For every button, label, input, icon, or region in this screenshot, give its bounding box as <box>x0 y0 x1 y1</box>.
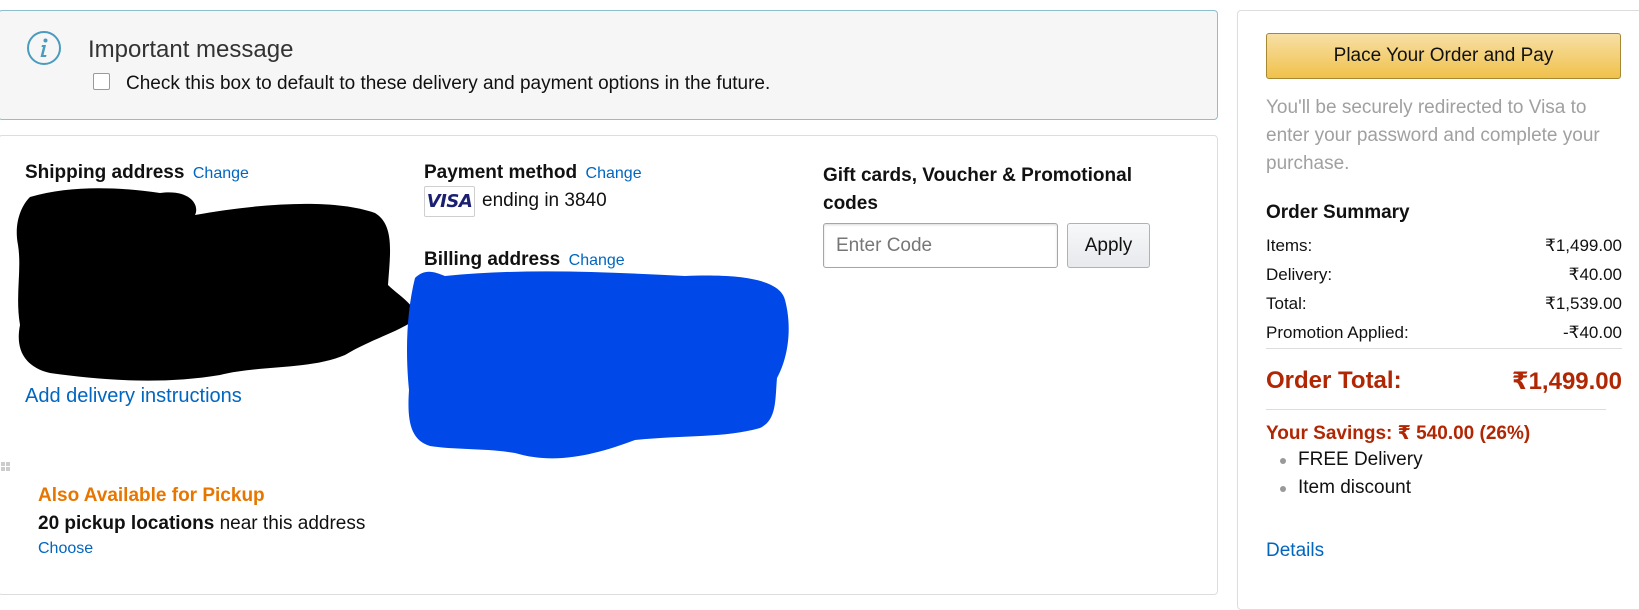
pickup-locations-text: 20 pickup locations near this address <box>38 513 365 535</box>
summary-row-label: Delivery: <box>1266 265 1333 284</box>
payment-change-link[interactable]: Change <box>586 165 642 182</box>
billing-section-header: Billing address Change <box>424 249 625 271</box>
billing-address-redaction <box>407 271 789 459</box>
summary-row-label: Total: <box>1266 294 1307 313</box>
summary-row-amount: ₹1,539.00 <box>1545 294 1622 313</box>
payment-method-heading: Payment method <box>424 162 578 183</box>
billing-change-link[interactable]: Change <box>569 252 625 269</box>
pickup-near-text: near this address <box>214 513 366 534</box>
savings-list: FREE Delivery Item discount <box>1280 449 1423 505</box>
important-message-box <box>0 10 1218 120</box>
summary-row-label: Items: <box>1266 236 1313 255</box>
shipping-address-redaction <box>16 188 410 381</box>
pickup-grid-icon <box>1 462 10 471</box>
info-icon <box>27 31 61 65</box>
shipping-section-header: Shipping address Change <box>25 162 249 184</box>
important-message-title: Important message <box>88 36 294 63</box>
summary-row-amount: ₹1,499.00 <box>1545 236 1622 255</box>
shipping-address-heading: Shipping address <box>25 162 185 183</box>
order-summary-heading: Order Summary <box>1266 202 1410 223</box>
summary-row-amount: ₹40.00 <box>1568 265 1622 284</box>
pickup-locations-count: 20 pickup locations <box>38 513 215 534</box>
place-order-button[interactable]: Place Your Order and Pay <box>1266 33 1621 79</box>
default-options-checkbox[interactable] <box>93 73 110 90</box>
payment-section-header: Payment method Change <box>424 162 642 184</box>
savings-item: Item discount <box>1280 477 1423 505</box>
total-divider <box>1266 409 1606 410</box>
gift-promo-heading: Gift cards, Voucher & Promotional codes <box>823 165 1132 214</box>
summary-row-promotion: Promotion Applied: -₹40.00 <box>1266 323 1622 343</box>
pickup-availability-title: Also Available for Pickup <box>38 485 265 506</box>
savings-item: FREE Delivery <box>1280 449 1423 477</box>
add-delivery-instructions-link[interactable]: Add delivery instructions <box>25 385 242 408</box>
card-ending-text: ending in 3840 <box>482 190 607 211</box>
summary-divider <box>1266 348 1622 349</box>
summary-row-items: Items: ₹1,499.00 <box>1266 236 1622 256</box>
summary-row-label: Promotion Applied: <box>1266 323 1409 342</box>
order-total-amount: ₹1,499.00 <box>1511 368 1622 395</box>
apply-code-button[interactable]: Apply <box>1067 223 1150 268</box>
order-total-row: Order Total: ₹1,499.00 <box>1266 367 1622 395</box>
summary-row-amount: -₹40.00 <box>1562 323 1622 342</box>
visa-card-icon: VISA <box>424 186 475 217</box>
order-total-label: Order Total: <box>1266 367 1402 394</box>
promo-code-input[interactable] <box>823 223 1058 268</box>
summary-row-total: Total: ₹1,539.00 <box>1266 294 1622 314</box>
shipping-change-link[interactable]: Change <box>193 165 249 182</box>
billing-address-heading: Billing address <box>424 249 561 270</box>
redirect-note: You'll be securely redirected to Visa to… <box>1266 97 1600 174</box>
default-options-label: Check this box to default to these deliv… <box>126 73 771 94</box>
savings-text: Your Savings: ₹ 540.00 (26%) <box>1266 423 1531 444</box>
choose-pickup-link[interactable]: Choose <box>38 540 93 558</box>
summary-row-delivery: Delivery: ₹40.00 <box>1266 265 1622 285</box>
details-link[interactable]: Details <box>1266 540 1324 562</box>
